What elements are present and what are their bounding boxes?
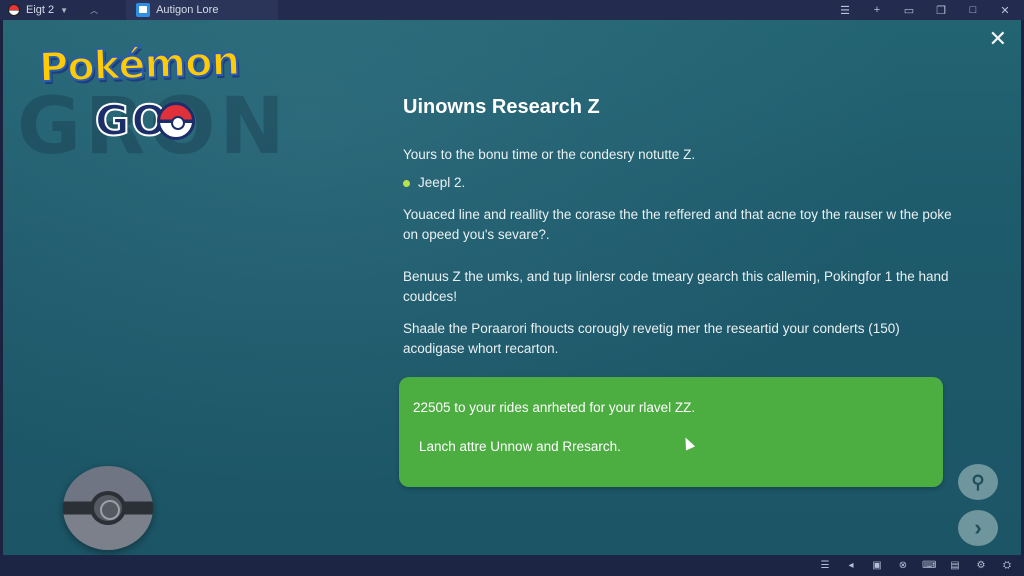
dialog-paragraph-1: Youaced line and reallity the corase the…: [403, 207, 952, 242]
chevron-down-icon[interactable]: ▼: [60, 6, 68, 15]
keyboard-icon[interactable]: ⌨: [922, 560, 936, 571]
card-reward-text: 22505 to your rides anrheted for your rl…: [413, 400, 696, 415]
close-icon[interactable]: ✕: [996, 4, 1014, 17]
maximize-icon[interactable]: □: [964, 4, 982, 16]
profile-button[interactable]: ⚲: [958, 464, 998, 500]
copy-icon[interactable]: ❐: [932, 4, 950, 17]
logo-pokeball-icon: [157, 102, 195, 140]
notification-icon[interactable]: ▤: [948, 560, 962, 571]
card-launch-text[interactable]: Lanch attre Unnow and Rresarch.: [419, 439, 621, 454]
screen-icon[interactable]: ▭: [900, 4, 918, 17]
settings-icon[interactable]: ⛭: [1000, 560, 1014, 571]
logo-pokemon-text: Pokémon: [37, 37, 241, 92]
bullet-dot-icon: [403, 179, 410, 187]
tab-label: Autigon Lore: [156, 4, 219, 16]
pokeball-menu-button[interactable]: [63, 466, 153, 550]
mouse-cursor-icon: [680, 435, 696, 451]
pokemon-go-logo: Pokémon GO: [37, 37, 241, 162]
game-view: GRON Pokémon GO ✕ Uinowns Research Z You…: [0, 20, 1024, 555]
research-action-card[interactable]: 22505 to your rides anrheted for your rl…: [399, 377, 943, 487]
list-icon[interactable]: ☰: [836, 4, 854, 17]
tab-bar: Eigt 2 ▼ ︿ Autigon Lore ☰ + ▭ ❐ □ ✕: [0, 0, 1024, 20]
bullet-text: Jeepl 2.: [418, 175, 466, 190]
pokeball-center-icon: [90, 491, 126, 525]
window-controls: ☰ + ▭ ❐ □ ✕: [836, 0, 1014, 20]
chevron-up-icon[interactable]: ︿: [90, 5, 98, 16]
tab-autigon-lore[interactable]: Autigon Lore: [126, 0, 279, 20]
app-icon: [136, 3, 151, 17]
dialog-paragraph-3: Shaale the Poraarori fhoucts corougly re…: [403, 321, 900, 356]
pokeball-icon: [8, 4, 20, 16]
dialog-intro: Yours to the bonu time or the condesry n…: [403, 147, 696, 162]
dialog-paragraph-2: Benuus Z the umks, and tup linlersr code…: [403, 269, 949, 304]
display-icon[interactable]: ▣: [870, 560, 884, 571]
add-icon[interactable]: +: [868, 4, 886, 16]
close-dialog-button[interactable]: ✕: [989, 28, 1007, 50]
tab-eigt[interactable]: Eigt 2 ▼: [0, 0, 76, 20]
next-button[interactable]: ›: [958, 510, 998, 546]
tab-label: Eigt 2: [26, 4, 55, 16]
next-arrow-icon: ›: [974, 515, 982, 540]
dialog-title: Uinowns Research Z: [403, 96, 600, 118]
controller-icon[interactable]: ⚙: [974, 560, 988, 571]
research-dialog: Uinowns Research Z Yours to the bonu tim…: [403, 96, 963, 359]
system-tray: ☰ ◂ ▣ ⊗ ⌨ ▤ ⚙ ⛭: [818, 555, 1014, 576]
menu-icon[interactable]: ☰: [818, 560, 832, 571]
network-icon[interactable]: ⊗: [896, 560, 910, 571]
taskbar: ☰ ◂ ▣ ⊗ ⌨ ▤ ⚙ ⛭: [0, 555, 1024, 576]
profile-icon: ⚲: [971, 471, 985, 492]
bullet-item: Jeepl 2.: [403, 173, 963, 193]
speaker-icon[interactable]: ◂: [844, 560, 858, 571]
